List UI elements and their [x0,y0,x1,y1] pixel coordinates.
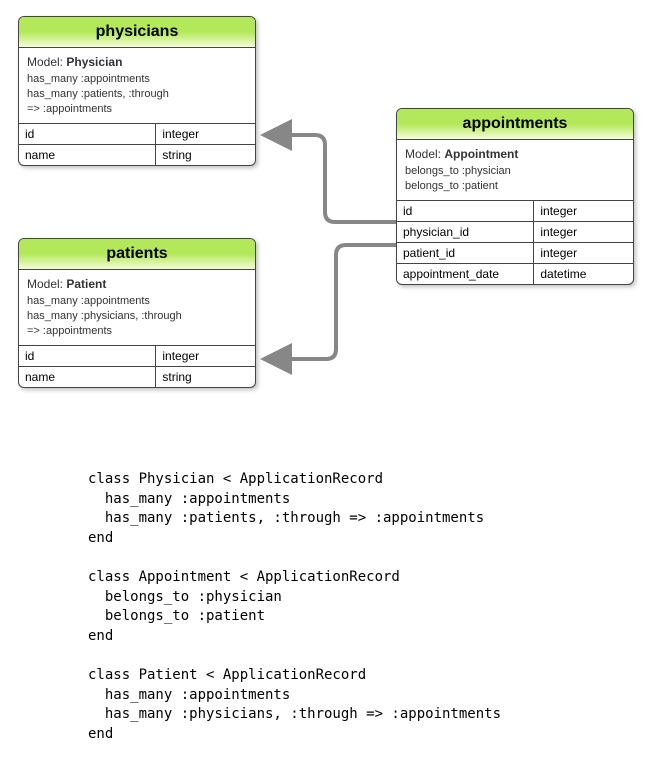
assoc-line: belongs_to :patient [405,179,625,194]
entity-body: Model: Appointment belongs_to :physician… [397,140,633,200]
attr-name: id [397,200,534,221]
attr-type: integer [156,123,255,144]
attr-type: integer [534,221,633,242]
assoc-line: has_many :appointments [27,72,247,87]
model-name: Patient [66,277,106,291]
entity-body: Model: Patient has_many :appointments ha… [19,270,255,345]
attr-name: appointment_date [397,263,534,284]
arrow-patient [268,245,396,359]
attr-name: id [19,345,156,366]
table-row: name string [19,366,255,387]
table-row: physician_id integer [397,221,633,242]
attr-type: integer [156,345,255,366]
attr-name: physician_id [397,221,534,242]
model-label: Model: [27,277,63,291]
table-row: id integer [19,123,255,144]
table-row: appointment_date datetime [397,263,633,284]
assoc-line: has_many :appointments [27,294,247,309]
attr-table: id integer name string [19,345,255,387]
entity-appointments: appointments Model: Appointment belongs_… [396,108,634,285]
assoc-line: => :appointments [27,102,247,117]
entity-title: appointments [397,109,633,140]
model-name: Physician [66,55,122,69]
model-label: Model: [27,55,63,69]
entity-body: Model: Physician has_many :appointments … [19,48,255,123]
model-label: Model: [405,147,441,161]
attr-name: name [19,366,156,387]
arrow-physician [268,135,396,222]
table-row: patient_id integer [397,242,633,263]
attr-table: id integer physician_id integer patient_… [397,200,633,284]
code-block: class Physician < ApplicationRecord has_… [88,470,501,744]
entity-title: physicians [19,17,255,48]
entity-title: patients [19,239,255,270]
attr-type: string [156,144,255,165]
attr-type: string [156,366,255,387]
table-row: id integer [397,200,633,221]
entity-patients: patients Model: Patient has_many :appoin… [18,238,256,388]
table-row: name string [19,144,255,165]
attr-name: id [19,123,156,144]
attr-type: integer [534,200,633,221]
attr-type: integer [534,242,633,263]
attr-name: name [19,144,156,165]
assoc-line: has_many :physicians, :through [27,309,247,324]
assoc-line: => :appointments [27,324,247,339]
attr-table: id integer name string [19,123,255,165]
assoc-line: belongs_to :physician [405,164,625,179]
assoc-line: has_many :patients, :through [27,87,247,102]
model-name: Appointment [444,147,518,161]
attr-name: patient_id [397,242,534,263]
entity-physicians: physicians Model: Physician has_many :ap… [18,16,256,166]
table-row: id integer [19,345,255,366]
attr-type: datetime [534,263,633,284]
